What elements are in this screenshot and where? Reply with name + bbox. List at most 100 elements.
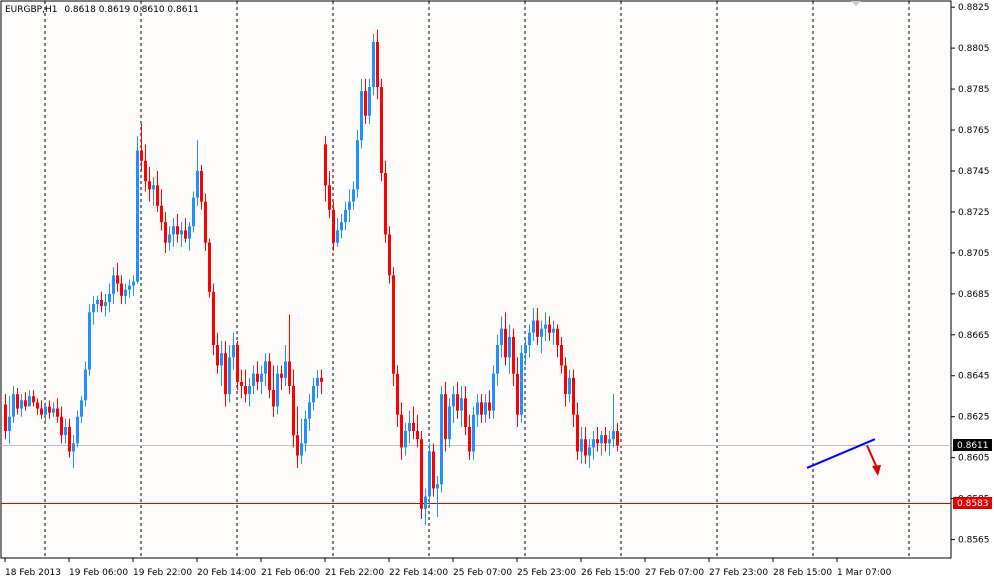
candle bbox=[428, 443, 431, 505]
y-tick-label: 0.8765 bbox=[958, 126, 990, 136]
candle-body bbox=[20, 400, 23, 409]
candle-body bbox=[484, 402, 487, 415]
candle-body bbox=[452, 394, 455, 407]
candle-body bbox=[460, 398, 463, 411]
candle bbox=[208, 238, 211, 298]
candle-body bbox=[8, 416, 11, 432]
candle-body bbox=[376, 41, 379, 88]
candle-body bbox=[616, 431, 619, 446]
bid-price-tag: 0.8611 bbox=[953, 439, 992, 451]
candle-body bbox=[564, 365, 567, 395]
candle-body bbox=[548, 324, 551, 333]
candle-body bbox=[288, 361, 291, 386]
candle-body bbox=[124, 289, 127, 296]
candle-body bbox=[72, 443, 75, 452]
candle-body bbox=[232, 345, 235, 358]
x-tick-label: 18 Feb 2013 bbox=[5, 568, 61, 578]
y-tick-label: 0.8785 bbox=[958, 85, 990, 95]
candle-body bbox=[280, 373, 283, 378]
candle-body bbox=[212, 291, 215, 346]
y-tick-label: 0.8665 bbox=[958, 331, 990, 341]
candle-body bbox=[492, 373, 495, 411]
candle bbox=[204, 193, 207, 251]
candle-body bbox=[148, 181, 151, 190]
candle-body bbox=[360, 91, 363, 141]
candle-body bbox=[188, 226, 191, 239]
candle-body bbox=[184, 230, 187, 239]
candle-body bbox=[456, 394, 459, 411]
x-tick-label: 25 Feb 23:00 bbox=[517, 568, 576, 578]
candle-body bbox=[80, 400, 83, 417]
candle-body bbox=[240, 381, 243, 386]
candle bbox=[88, 304, 91, 376]
candle-body bbox=[436, 484, 439, 489]
candle-body bbox=[204, 201, 207, 243]
candle bbox=[136, 136, 139, 284]
candle-body bbox=[256, 373, 259, 382]
candle-body bbox=[96, 299, 99, 305]
candle-body bbox=[560, 345, 563, 366]
candle-body bbox=[496, 345, 499, 374]
candle-body bbox=[424, 496, 427, 509]
x-tick-label: 27 Feb 23:00 bbox=[709, 568, 768, 578]
candle-body bbox=[472, 414, 475, 452]
candle bbox=[420, 431, 423, 520]
candle-body bbox=[540, 328, 543, 337]
symbol-label: EURGBP,H1 bbox=[5, 5, 57, 15]
candle-body bbox=[304, 418, 307, 444]
candle-body bbox=[608, 439, 611, 444]
candle-body bbox=[516, 373, 519, 415]
candle-body bbox=[600, 435, 603, 444]
candle-body bbox=[104, 302, 107, 307]
candle-body bbox=[120, 283, 123, 296]
ohlc-values: 0.8618 0.8619 0.8610 0.8611 bbox=[64, 5, 199, 15]
candle-body bbox=[208, 242, 211, 292]
candle bbox=[388, 226, 391, 284]
candle-body bbox=[480, 402, 483, 415]
plot-area[interactable] bbox=[0, 0, 952, 559]
candle-body bbox=[556, 328, 559, 346]
x-tick-label: 22 Feb 14:00 bbox=[389, 568, 448, 578]
candle-body bbox=[176, 226, 179, 235]
candle-body bbox=[596, 439, 599, 444]
candle-body bbox=[4, 404, 7, 432]
candle-body bbox=[92, 304, 95, 313]
x-tick-label: 28 Feb 15:00 bbox=[773, 568, 832, 578]
x-tick-label: 1 Mar 07:00 bbox=[837, 568, 892, 578]
candle-body bbox=[116, 275, 119, 284]
candle-body bbox=[200, 170, 203, 202]
candle-body bbox=[132, 281, 135, 286]
candle-body bbox=[268, 361, 271, 391]
level-price-tag-label: 0.8583 bbox=[957, 499, 989, 509]
y-tick-label: 0.8625 bbox=[958, 413, 990, 423]
chart-window[interactable]: 0.8825 0.8805 0.8785 0.8765 0.8745 0.8725 0.87… bbox=[0, 0, 994, 582]
candle bbox=[384, 160, 387, 243]
candle-body bbox=[32, 396, 35, 403]
candle-body bbox=[536, 320, 539, 337]
candle-body bbox=[412, 422, 415, 432]
candle-body bbox=[388, 234, 391, 276]
candle-body bbox=[68, 426, 71, 452]
candle-body bbox=[172, 226, 175, 235]
candle-body bbox=[344, 209, 347, 223]
candle-body bbox=[152, 185, 155, 190]
candle-body bbox=[604, 435, 607, 444]
candle-body bbox=[44, 406, 47, 415]
candle-body bbox=[380, 87, 383, 174]
x-tick-label: 20 Feb 14:00 bbox=[197, 568, 256, 578]
y-tick-label: 0.8825 bbox=[958, 3, 990, 13]
candle-body bbox=[48, 406, 51, 413]
candle-body bbox=[52, 408, 55, 413]
candle bbox=[380, 78, 383, 182]
candle-body bbox=[216, 345, 219, 366]
candle-body bbox=[108, 293, 111, 303]
candle-body bbox=[192, 197, 195, 227]
candle-body bbox=[100, 299, 103, 307]
candle-body bbox=[24, 400, 27, 407]
candle-body bbox=[444, 394, 447, 440]
y-tick-label: 0.8725 bbox=[958, 208, 990, 218]
candle bbox=[212, 283, 215, 356]
candle-body bbox=[520, 353, 523, 415]
candle-body bbox=[308, 402, 311, 419]
y-tick-label: 0.8605 bbox=[958, 454, 990, 464]
